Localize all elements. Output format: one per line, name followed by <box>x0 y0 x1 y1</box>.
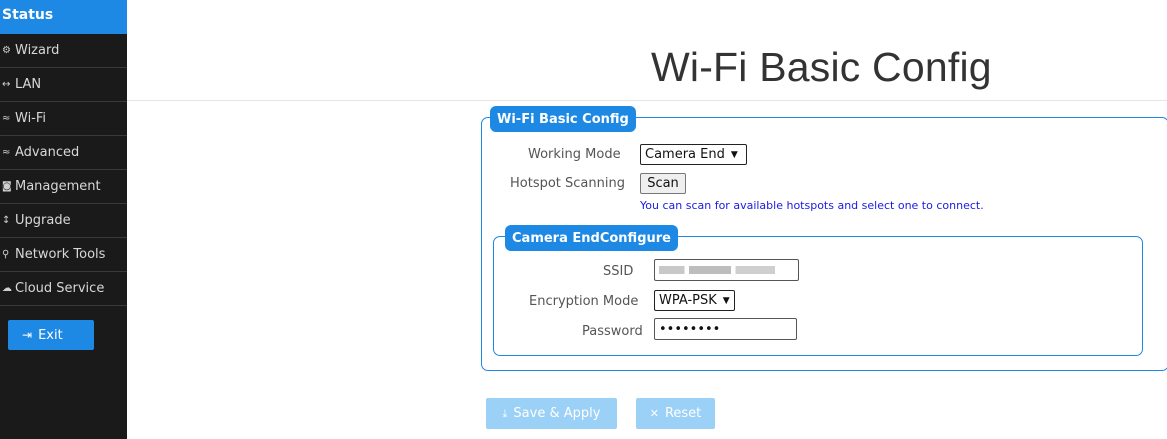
sidebar-item-cloud-service[interactable]: ☁ Cloud Service <box>0 272 127 306</box>
save-apply-label: Save & Apply <box>513 406 601 421</box>
ssid-redacted-value <box>659 266 775 274</box>
sidebar-item-label: Cloud Service <box>15 281 105 296</box>
close-icon: ✕ <box>649 407 659 420</box>
working-mode-value: Camera End <box>645 147 725 162</box>
arrows-icon: ↔ <box>2 79 11 90</box>
wifi-basic-config-legend: Wi-Fi Basic Config <box>490 106 636 132</box>
sidebar-item-label: LAN <box>15 77 42 92</box>
wifi-icon: ≈ <box>2 113 11 124</box>
sidebar-item-network-tools[interactable]: ⚲ Network Tools <box>0 238 127 272</box>
encryption-mode-label: Encryption Mode <box>529 294 639 309</box>
scan-hint: You can scan for available hotspots and … <box>640 199 984 212</box>
working-mode-select[interactable]: Camera End ▼ <box>640 144 747 165</box>
camera-end-config-legend: Camera EndConfigure <box>505 225 678 251</box>
cloud-icon: ☁ <box>2 283 12 294</box>
sidebar-item-label: Network Tools <box>15 247 106 262</box>
chevron-down-icon: ▼ <box>730 149 738 160</box>
sidebar-item-label: Wizard <box>15 43 60 58</box>
chevron-down-icon: ▼ <box>722 295 730 306</box>
exit-button[interactable]: ⇥ Exit <box>8 320 94 350</box>
ssid-field[interactable] <box>654 259 799 281</box>
search-icon: ⚲ <box>2 249 10 260</box>
management-icon: ◙ <box>2 181 12 192</box>
password-label: Password <box>582 324 643 339</box>
sidebar-item-lan[interactable]: ↔ LAN <box>0 68 127 102</box>
sidebar-item-wizard[interactable]: ⚙ Wizard <box>0 34 127 68</box>
sidebar-item-upgrade[interactable]: ↕ Upgrade <box>0 204 127 238</box>
encryption-mode-select[interactable]: WPA-PSK ▼ <box>654 290 735 311</box>
encryption-mode-value: WPA-PSK <box>659 293 717 308</box>
hotspot-scanning-label: Hotspot Scanning <box>510 176 625 191</box>
gear-icon: ⚙ <box>2 45 11 56</box>
sidebar-item-wifi[interactable]: ≈ Wi-Fi <box>0 102 127 136</box>
page-title: Wi-Fi Basic Config <box>651 44 992 90</box>
exit-label: Exit <box>38 327 63 343</box>
header-divider <box>127 100 1167 101</box>
save-apply-button[interactable]: ⤓ Save & Apply <box>486 398 617 429</box>
password-field[interactable]: •••••••• <box>654 318 797 340</box>
logout-icon: ⇥ <box>22 328 33 342</box>
sidebar-item-management[interactable]: ◙ Management <box>0 170 127 204</box>
sidebar: Status ⚙ Wizard ↔ LAN ≈ Wi-Fi ≈ Advanced… <box>0 0 127 439</box>
working-mode-label: Working Mode <box>528 147 621 162</box>
scan-button[interactable]: Scan <box>640 173 686 194</box>
ssid-label: SSID <box>603 264 634 279</box>
download-icon: ⤓ <box>502 406 508 420</box>
reset-label: Reset <box>664 406 702 421</box>
sidebar-item-status[interactable]: Status <box>0 0 127 34</box>
sidebar-item-label: Upgrade <box>15 213 71 228</box>
upgrade-icon: ↕ <box>2 215 11 226</box>
sidebar-item-label: Wi-Fi <box>15 111 47 126</box>
reset-button[interactable]: ✕ Reset <box>636 398 715 429</box>
sidebar-item-label: Management <box>15 179 101 194</box>
sidebar-item-label: Advanced <box>15 145 80 160</box>
sidebar-item-advanced[interactable]: ≈ Advanced <box>0 136 127 170</box>
wifi-icon: ≈ <box>2 147 11 158</box>
